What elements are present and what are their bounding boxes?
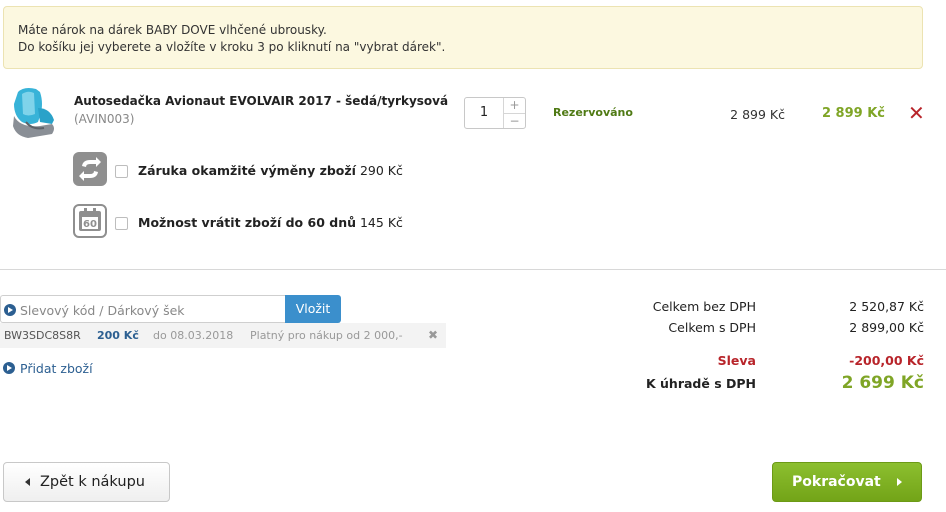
line-total-price: 2 899 Kč xyxy=(821,106,885,121)
add-items-link[interactable]: Přidat zboží xyxy=(3,361,93,376)
arrow-right-icon xyxy=(4,304,16,316)
quantity-buttons: + − xyxy=(503,98,525,128)
quantity-input[interactable]: 1 xyxy=(465,98,503,128)
service-exchange-price: 290 Kč xyxy=(359,163,403,178)
coupon-field[interactable] xyxy=(0,295,286,323)
coupon-input[interactable] xyxy=(20,300,280,320)
apply-coupon-button[interactable]: Vložit xyxy=(285,295,341,323)
unit-price: 2 899 Kč xyxy=(730,107,785,122)
product-code: (AVIN003) xyxy=(74,112,135,126)
exchange-icon xyxy=(73,152,107,186)
calendar-60-icon: 60 xyxy=(73,204,107,238)
subtotal-without-vat-label: Celkem bez DPH xyxy=(652,299,756,314)
product-image[interactable] xyxy=(10,86,58,140)
subtotal-with-vat-label: Celkem s DPH xyxy=(668,320,756,335)
service-return-name: Možnost vrátit zboží do 60 dnů xyxy=(138,215,356,230)
applied-coupon-condition: Platný pro nákup od 2 000,- xyxy=(250,329,403,342)
applied-coupon: BW3SDC8S8R 200 Kč do 08.03.2018 Platný p… xyxy=(0,323,446,348)
subtotal-without-vat-value: 2 520,87 Kč xyxy=(849,299,924,314)
continue-button-label: Pokračovat xyxy=(792,474,881,490)
applied-coupon-amount: 200 Kč xyxy=(97,329,139,342)
service-return-checkbox[interactable] xyxy=(115,217,128,230)
subtotal-with-vat-value: 2 899,00 Kč xyxy=(849,320,924,335)
caret-right-icon xyxy=(897,478,902,486)
service-return-price: 145 Kč xyxy=(359,215,403,230)
total-label: K úhradě s DPH xyxy=(645,376,756,391)
back-to-shopping-button[interactable]: Zpět k nákupu xyxy=(3,462,170,502)
total-value: 2 699 Kč xyxy=(841,373,924,393)
back-button-label: Zpět k nákupu xyxy=(40,474,145,490)
calendar-60-text: 60 xyxy=(83,219,97,230)
section-divider xyxy=(0,269,946,270)
service-return-label[interactable]: Možnost vrátit zboží do 60 dnů 145 Kč xyxy=(138,215,403,230)
applied-coupon-validity: do 08.03.2018 xyxy=(153,329,234,342)
quantity-stepper[interactable]: 1 + − xyxy=(464,97,526,129)
gift-notice-line2: Do košíku jej vyberete a vložíte v kroku… xyxy=(18,40,446,54)
availability-status: Rezervováno xyxy=(553,106,633,119)
continue-button[interactable]: Pokračovat xyxy=(772,462,922,502)
discount-value: -200,00 Kč xyxy=(849,353,924,368)
gift-notice-line1: Máte nárok na dárek BABY DOVE vlhčené ub… xyxy=(18,23,327,37)
remove-item-icon[interactable]: ✕ xyxy=(908,103,925,123)
product-name[interactable]: Autosedačka Avionaut EVOLVAIR 2017 - šed… xyxy=(74,94,448,108)
caret-left-icon xyxy=(25,478,30,486)
remove-coupon-icon[interactable]: ✖ xyxy=(428,328,438,342)
quantity-decrease-button[interactable]: − xyxy=(504,113,525,128)
gift-notice: Máte nárok na dárek BABY DOVE vlhčené ub… xyxy=(3,6,923,69)
quantity-increase-button[interactable]: + xyxy=(504,98,525,113)
arrow-right-icon xyxy=(3,362,15,374)
applied-coupon-code: BW3SDC8S8R xyxy=(4,329,81,342)
service-exchange-checkbox[interactable] xyxy=(115,165,128,178)
add-items-label: Přidat zboží xyxy=(20,361,93,376)
service-exchange-label[interactable]: Záruka okamžité výměny zboží 290 Kč xyxy=(138,163,403,178)
service-exchange-name: Záruka okamžité výměny zboží xyxy=(138,163,356,178)
discount-label: Sleva xyxy=(717,353,756,368)
